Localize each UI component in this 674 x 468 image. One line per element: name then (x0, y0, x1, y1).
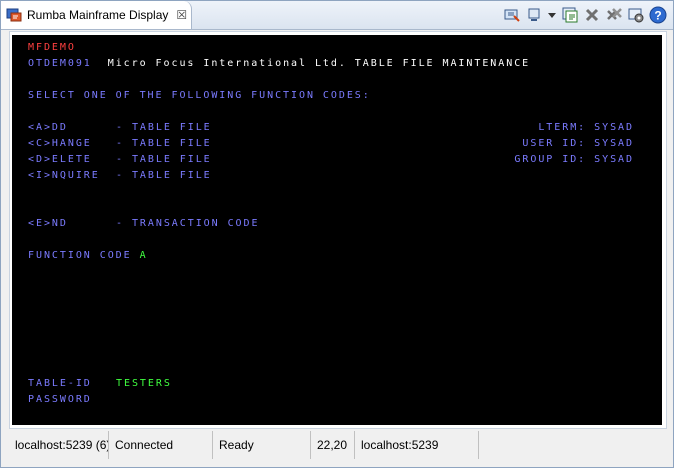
status-host-session: localhost:5239 (6) (9, 431, 109, 459)
rumba-view: Rumba Mainframe Display ☒ ? MFDEMO OTDEM… (0, 0, 674, 468)
status-cursor-position: 22,20 (311, 431, 355, 459)
disconnect-all-icon[interactable] (605, 6, 623, 24)
screen-refresh-icon[interactable] (561, 6, 579, 24)
function-code-label: FUNCTION CODE (28, 250, 132, 261)
table-id-label: TABLE-ID (28, 378, 92, 389)
company-title: Micro Focus International Ltd. TABLE FIL… (107, 58, 531, 69)
info-value: SYSAD (594, 138, 634, 149)
terminal-frame: MFDEMO OTDEM091 Micro Focus Internationa… (9, 31, 667, 429)
settings-icon[interactable] (627, 6, 645, 24)
program-id: OTDEM091 (28, 58, 92, 69)
header-id: MFDEMO (28, 42, 76, 53)
info-group-id: GROUP ID: SYSAD (514, 153, 634, 167)
title-line: OTDEM091 Micro Focus International Ltd. … (28, 57, 530, 71)
function-desc: - TABLE FILE (116, 138, 212, 149)
password-line: PASSWORD (28, 393, 92, 407)
help-icon[interactable]: ? (649, 6, 667, 24)
function-row-inquire: <I>NQUIRE - TABLE FILE (28, 169, 210, 183)
connect-icon[interactable] (503, 6, 521, 24)
function-prompt: SELECT ONE OF THE FOLLOWING FUNCTION COD… (28, 90, 371, 101)
tab-rumba-mainframe-display[interactable]: Rumba Mainframe Display ☒ (1, 1, 192, 29)
info-value: SYSAD (594, 122, 634, 133)
svg-text:?: ? (654, 9, 661, 23)
function-row-add: <A>DD - TABLE FILE (28, 121, 210, 135)
status-state: Ready (213, 431, 311, 459)
function-code-line: FUNCTION CODE A (28, 249, 148, 263)
display-icon[interactable] (525, 6, 543, 24)
function-code: <E>ND (28, 218, 68, 229)
status-connection: Connected (109, 431, 213, 459)
tab-bar: Rumba Mainframe Display ☒ ? (1, 1, 673, 30)
info-label: USER ID: (522, 138, 587, 149)
table-id-line: TABLE-ID TESTERS (28, 377, 170, 391)
tab-title: Rumba Mainframe Display (27, 8, 169, 22)
info-value: SYSAD (594, 154, 634, 165)
function-code-input[interactable]: A (140, 250, 148, 261)
password-input[interactable] (116, 393, 196, 407)
function-code: <I>NQUIRE (28, 170, 100, 181)
function-desc: - TABLE FILE (116, 154, 212, 165)
function-desc: - TABLE FILE (116, 170, 212, 181)
function-code: <D>ELETE (28, 154, 92, 165)
function-desc: - TRANSACTION CODE (116, 218, 260, 229)
info-label: GROUP ID: (514, 154, 587, 165)
function-row-delete: <D>ELETE - TABLE FILE (28, 153, 210, 167)
info-user-id: USER ID: SYSAD (522, 137, 634, 151)
mainframe-screen[interactable]: MFDEMO OTDEM091 Micro Focus Internationa… (12, 35, 662, 425)
table-id-input[interactable]: TESTERS (116, 377, 172, 391)
view-toolbar: ? (503, 5, 667, 25)
info-label: LTERM: (538, 122, 587, 133)
status-bar: localhost:5239 (6) Connected Ready 22,20… (1, 431, 673, 459)
function-code: <A>DD (28, 122, 68, 133)
function-row-end: <E>ND - TRANSACTION CODE (28, 217, 258, 231)
disconnect-icon[interactable] (583, 6, 601, 24)
function-row-change: <C>HANGE - TABLE FILE (28, 137, 210, 151)
info-lterm: LTERM: SYSAD (538, 121, 634, 135)
function-desc: - TABLE FILE (116, 122, 212, 133)
status-host: localhost:5239 (355, 431, 479, 459)
dropdown-arrow-icon[interactable] (547, 6, 557, 24)
password-label: PASSWORD (28, 394, 92, 405)
function-code: <C>HANGE (28, 138, 92, 149)
close-icon[interactable]: ☒ (176, 9, 187, 21)
rumba-app-icon (6, 8, 22, 22)
